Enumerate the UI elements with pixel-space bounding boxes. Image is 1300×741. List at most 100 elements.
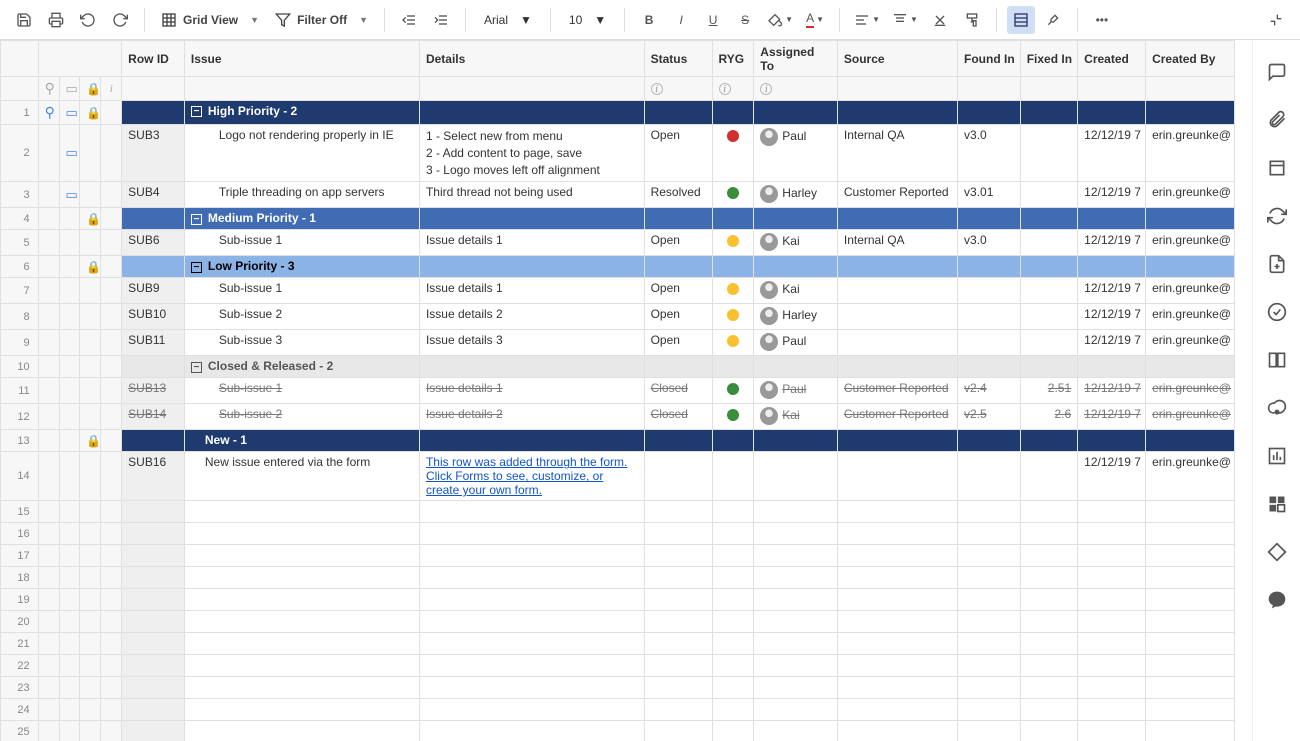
format-painter-button[interactable] <box>958 6 986 34</box>
issue-cell[interactable]: Sub-issue 1 <box>184 230 419 256</box>
comments-panel-button[interactable] <box>1265 60 1289 84</box>
vertical-align-button[interactable]: ▼ <box>888 6 922 34</box>
section-row-new[interactable]: 13 🔒 New - 1 <box>1 430 1235 452</box>
column-header-details[interactable]: Details <box>419 41 644 77</box>
table-row[interactable]: 25 <box>1 721 1235 741</box>
foundin-cell[interactable]: v3.0 <box>958 230 1021 256</box>
ryg-cell[interactable] <box>712 230 754 256</box>
italic-button[interactable]: I <box>667 6 695 34</box>
createdby-cell[interactable]: erin.greunke@ <box>1146 230 1235 256</box>
ryg-cell[interactable] <box>712 125 754 182</box>
wrap-text-button[interactable] <box>1007 6 1035 34</box>
summary-panel-button[interactable] <box>1265 300 1289 324</box>
assigned-cell[interactable]: Harley <box>754 182 838 208</box>
row-id-cell[interactable]: SUB3 <box>122 125 185 182</box>
column-header-fixedin[interactable]: Fixed In <box>1020 41 1077 77</box>
issue-cell[interactable]: Triple threading on app servers <box>184 182 419 208</box>
reports-panel-button[interactable] <box>1265 444 1289 468</box>
print-button[interactable] <box>42 6 70 34</box>
integrations-panel-button[interactable] <box>1265 588 1289 612</box>
table-row[interactable]: 8 SUB10 Sub-issue 2 Issue details 2 Open… <box>1 304 1235 330</box>
source-cell[interactable]: Customer Reported <box>837 182 957 208</box>
proofs-panel-button[interactable] <box>1265 156 1289 180</box>
form-link[interactable]: This row was added through the form. Cli… <box>426 455 627 497</box>
table-row[interactable]: 18 <box>1 567 1235 589</box>
column-header-createdby[interactable]: Created By <box>1146 41 1235 77</box>
column-header-created[interactable]: Created <box>1078 41 1146 77</box>
created-cell[interactable]: 12/12/19 7 <box>1078 230 1146 256</box>
section-row-high[interactable]: 1 ⚲ ▭ 🔒 −High Priority - 2 <box>1 101 1235 125</box>
collapse-icon[interactable]: − <box>191 106 202 117</box>
forms-panel-button[interactable] <box>1265 348 1289 372</box>
comment-indicator[interactable]: ▭ <box>59 182 80 208</box>
source-cell[interactable]: Internal QA <box>837 125 957 182</box>
collapse-icon[interactable]: − <box>191 262 202 273</box>
view-selector[interactable]: Grid View ▼ <box>155 6 265 34</box>
details-cell[interactable]: Issue details 1 <box>419 230 644 256</box>
outdent-button[interactable] <box>395 6 423 34</box>
strikethrough-button[interactable]: S <box>731 6 759 34</box>
column-header-status[interactable]: Status <box>644 41 712 77</box>
indent-button[interactable] <box>427 6 455 34</box>
fixedin-cell[interactable] <box>1020 182 1077 208</box>
column-header-ryg[interactable]: RYG <box>712 41 754 77</box>
table-row[interactable]: 11 SUB13 Sub-issue 1 Issue details 1 Clo… <box>1 378 1235 404</box>
table-row[interactable]: 2 ▭ SUB3 Logo not rendering properly in … <box>1 125 1235 182</box>
fixedin-cell[interactable] <box>1020 230 1077 256</box>
resource-panel-button[interactable] <box>1265 540 1289 564</box>
table-row[interactable]: 15 <box>1 501 1235 523</box>
details-cell[interactable]: 1 - Select new from menu 2 - Add content… <box>419 125 644 182</box>
collapse-icon[interactable]: − <box>191 362 202 373</box>
table-row[interactable]: 9 SUB11 Sub-issue 3 Issue details 3 Open… <box>1 330 1235 356</box>
table-row[interactable]: 23 <box>1 677 1235 699</box>
createdby-cell[interactable]: erin.greunke@ <box>1146 125 1235 182</box>
column-header-issue[interactable]: Issue <box>184 41 419 77</box>
table-row[interactable]: 14 SUB16 New issue entered via the form … <box>1 452 1235 501</box>
row-id-cell[interactable]: SUB4 <box>122 182 185 208</box>
foundin-cell[interactable]: v3.01 <box>958 182 1021 208</box>
attachments-panel-button[interactable] <box>1265 108 1289 132</box>
table-row[interactable]: 20 <box>1 611 1235 633</box>
status-info-icon[interactable]: i <box>644 77 712 101</box>
activity-panel-button[interactable] <box>1265 204 1289 228</box>
column-header-assigned[interactable]: Assigned To <box>754 41 838 77</box>
table-row[interactable]: 21 <box>1 633 1235 655</box>
table-row[interactable]: 19 <box>1 589 1235 611</box>
comment-indicator[interactable]: ▭ <box>59 125 80 182</box>
source-cell[interactable]: Internal QA <box>837 230 957 256</box>
clear-format-button[interactable] <box>926 6 954 34</box>
column-header-source[interactable]: Source <box>837 41 957 77</box>
created-cell[interactable]: 12/12/19 7 <box>1078 125 1146 182</box>
fixedin-cell[interactable] <box>1020 125 1077 182</box>
row-id-cell[interactable]: SUB6 <box>122 230 185 256</box>
export-panel-button[interactable] <box>1265 252 1289 276</box>
table-row[interactable]: 22 <box>1 655 1235 677</box>
createdby-cell[interactable]: erin.greunke@ <box>1146 182 1235 208</box>
redo-button[interactable] <box>106 6 134 34</box>
underline-button[interactable]: U <box>699 6 727 34</box>
status-cell[interactable]: Resolved <box>644 182 712 208</box>
collapse-icon[interactable]: − <box>191 214 202 225</box>
font-size-selector[interactable]: 10 ▼ <box>561 6 614 34</box>
comment-indicator[interactable]: ▭ <box>59 101 80 125</box>
align-button[interactable]: ▼ <box>850 6 884 34</box>
dashboard-panel-button[interactable] <box>1265 492 1289 516</box>
status-cell[interactable]: Open <box>644 125 712 182</box>
section-row-closed[interactable]: 10 −Closed & Released - 2 <box>1 356 1235 378</box>
attachment-indicator[interactable]: ⚲ <box>38 101 59 125</box>
foundin-cell[interactable]: v3.0 <box>958 125 1021 182</box>
table-row[interactable]: 16 <box>1 523 1235 545</box>
text-color-button[interactable]: A▼ <box>801 6 829 34</box>
ryg-cell[interactable] <box>712 182 754 208</box>
fill-color-button[interactable]: ▼ <box>763 6 797 34</box>
table-row[interactable]: 5 SUB6 Sub-issue 1 Issue details 1 Open … <box>1 230 1235 256</box>
grid-area[interactable]: Row ID Issue Details Status RYG Assigned… <box>0 40 1252 741</box>
assigned-cell[interactable]: Paul <box>754 125 838 182</box>
bold-button[interactable]: B <box>635 6 663 34</box>
table-row[interactable]: 24 <box>1 699 1235 721</box>
column-header-foundin[interactable]: Found In <box>958 41 1021 77</box>
assigned-info-icon[interactable]: i <box>754 77 838 101</box>
font-selector[interactable]: Arial ▼ <box>476 6 540 34</box>
collapse-toolbar-button[interactable] <box>1262 6 1290 34</box>
issue-cell[interactable]: Logo not rendering properly in IE <box>184 125 419 182</box>
